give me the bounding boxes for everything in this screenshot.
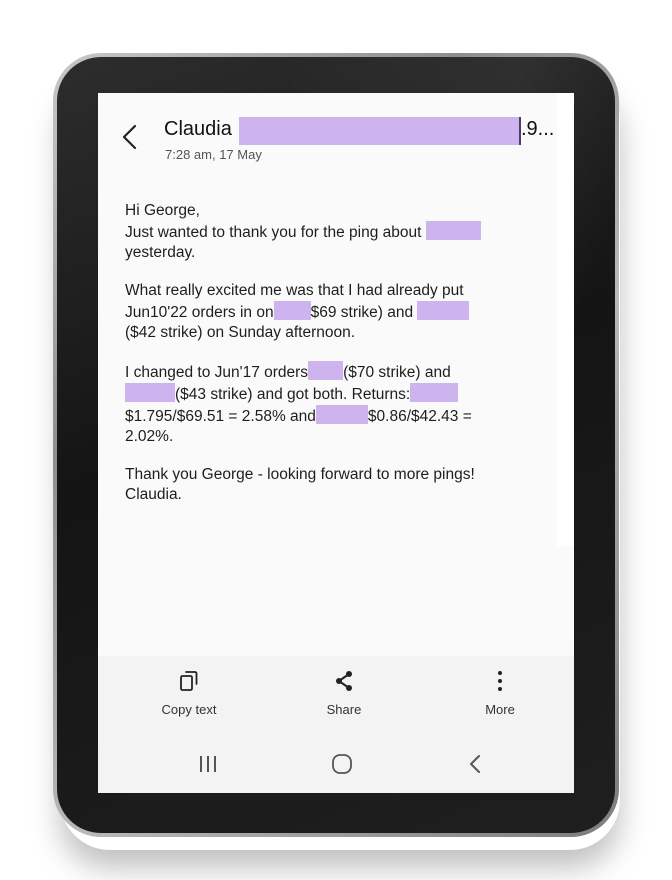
body-line: Claudia. [125,486,182,503]
redaction-block [308,361,344,380]
paragraph-orders: What really excited me was that I had al… [125,281,555,343]
copy-text-label: Copy text [161,702,217,717]
redaction-block [417,301,470,320]
email-screen: Claudia .9... 7:28 am, 17 May Hi George,… [98,93,574,793]
more-label: More [485,702,515,717]
body-line: ($42 strike) on Sunday afternoon. [125,324,356,341]
sender-redaction [239,117,521,145]
system-nav-bar [98,736,574,793]
screen-edge-strip [557,93,574,546]
sender-tail: .9... [521,118,555,140]
copy-icon [139,666,239,696]
email-header: Claudia .9... 7:28 am, 17 May [98,93,574,173]
redaction-block [410,383,459,402]
body-text: ($43 strike) and got both. Returns: [175,386,411,403]
body-line: Jun10'22 orders in on $69 strike) and [125,301,555,323]
body-line: yesterday. [125,244,196,261]
greeting-line: Hi George, [125,202,200,219]
paragraph-returns: I changed to Jun'17 orders ($70 strike) a… [125,361,555,447]
body-text: ($70 strike) and [343,364,451,381]
body-text: $1.795/$69.51 = 2.58% and [125,408,316,425]
body-line: $1.795/$69.51 = 2.58% and $0.86/$42.43 = [125,405,555,427]
body-line: ($43 strike) and got both. Returns: [125,383,555,405]
redaction-block [273,301,311,320]
home-icon[interactable] [322,750,362,778]
redaction-block [125,383,175,402]
more-vertical-icon [450,666,550,696]
body-line: I changed to Jun'17 orders ($70 strike) a… [125,361,555,383]
body-line: Just wanted to thank you for the ping ab… [125,221,555,243]
body-text: $0.86/$42.43 = [367,408,472,425]
paragraph-signoff: Thank you George - looking forward to mo… [125,465,555,505]
redaction-block [425,221,481,240]
more-button[interactable]: More [450,666,550,717]
redaction-block [315,405,368,424]
stage: Claudia .9... 7:28 am, 17 May Hi George,… [0,0,672,880]
paragraph-greeting: Hi George, Just wanted to thank you for … [125,201,555,263]
share-icon [294,666,394,696]
body-text: Jun10'22 orders in on [125,304,274,321]
share-label: Share [326,702,362,717]
body-line: What really excited me was that I had al… [125,282,464,299]
body-text: I changed to Jun'17 orders [125,364,309,381]
action-bar: Copy text Share More [98,656,574,736]
body-text: $69 strike) and [310,304,414,321]
sender-title: Claudia .9... [164,115,564,145]
body-line: Thank you George - looking forward to mo… [125,466,475,483]
email-timestamp: 7:28 am, 17 May [165,147,262,162]
body-text: Just wanted to thank you for the ping ab… [125,224,422,241]
body-line: 2.02%. [125,428,174,445]
chevron-left-icon[interactable] [120,124,142,150]
nav-back-icon[interactable] [456,750,496,778]
email-body: Hi George, Just wanted to thank you for … [125,201,555,523]
copy-text-button[interactable]: Copy text [139,666,239,717]
sender-name: Claudia [164,118,232,140]
recent-apps-icon[interactable] [188,750,228,778]
share-button[interactable]: Share [294,666,394,717]
